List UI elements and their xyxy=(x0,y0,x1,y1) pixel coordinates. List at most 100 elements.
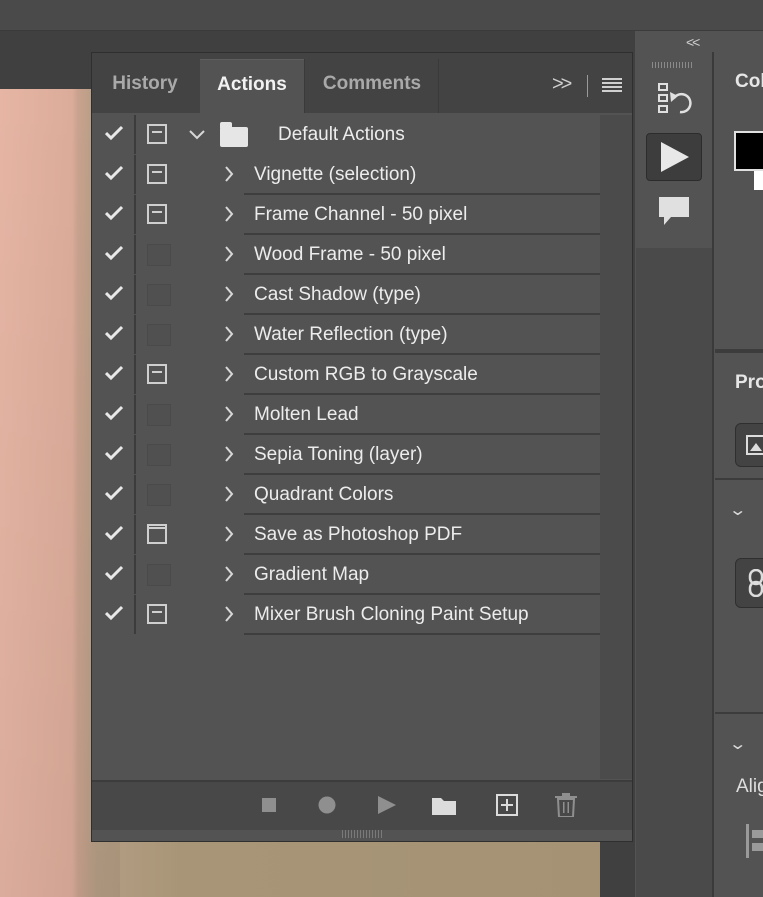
panel-menu-icon[interactable] xyxy=(602,77,622,93)
action-set-row[interactable]: Default Actions xyxy=(92,115,600,155)
action-row[interactable]: Save as Photoshop PDF xyxy=(92,515,600,555)
dialog-off-box xyxy=(147,444,171,466)
action-row[interactable]: Sepia Toning (layer) xyxy=(92,435,600,475)
link-button[interactable] xyxy=(735,558,763,608)
toggle-dialog-icon[interactable] xyxy=(136,155,180,194)
toggle-dialog-icon[interactable] xyxy=(136,275,180,314)
toggle-item-checkbox[interactable] xyxy=(92,515,136,554)
chevron-down-icon[interactable] xyxy=(180,123,214,147)
toggle-dialog-icon[interactable] xyxy=(136,395,180,434)
chevron-right-icon[interactable] xyxy=(212,483,246,507)
toggle-item-checkbox[interactable] xyxy=(92,595,136,634)
toggle-item-checkbox[interactable] xyxy=(92,355,136,394)
toggle-item-checkbox[interactable] xyxy=(92,155,136,194)
chevron-down-icon[interactable]: ⌄ xyxy=(728,500,747,520)
toggle-dialog-icon[interactable] xyxy=(136,515,180,554)
action-row[interactable]: Wood Frame - 50 pixel xyxy=(92,235,600,275)
record-icon[interactable] xyxy=(318,796,336,819)
action-set-name[interactable]: Default Actions xyxy=(268,116,600,153)
dialog-icon xyxy=(147,204,167,224)
new-set-folder-icon[interactable] xyxy=(431,794,457,821)
action-row[interactable]: Water Reflection (type) xyxy=(92,315,600,355)
toggle-dialog-icon[interactable] xyxy=(136,195,180,234)
actions-scrollbar[interactable] xyxy=(600,115,632,779)
toggle-item-checkbox[interactable] xyxy=(92,475,136,514)
action-name[interactable]: Sepia Toning (layer) xyxy=(244,436,600,475)
chevron-right-icon[interactable] xyxy=(212,363,246,387)
chevron-right-icon[interactable] xyxy=(212,523,246,547)
checkmark-icon xyxy=(105,165,123,181)
trash-icon[interactable] xyxy=(555,793,577,822)
layer-thumbnail-button[interactable] xyxy=(735,423,763,467)
history-panel-icon[interactable] xyxy=(656,82,692,121)
toggle-dialog-icon[interactable] xyxy=(136,555,180,594)
color-panel-title[interactable]: Color xyxy=(735,71,763,93)
action-name[interactable]: Water Reflection (type) xyxy=(244,316,600,355)
action-name[interactable]: Cast Shadow (type) xyxy=(244,276,600,315)
action-name[interactable]: Save as Photoshop PDF xyxy=(244,516,600,555)
chevron-right-icon[interactable] xyxy=(212,243,246,267)
toggle-dialog-icon[interactable] xyxy=(136,355,180,394)
play-icon[interactable] xyxy=(378,796,396,819)
checkmark-icon xyxy=(105,605,123,621)
toggle-dialog-icon[interactable] xyxy=(136,315,180,354)
chevron-right-icon[interactable] xyxy=(212,403,246,427)
action-name[interactable]: Wood Frame - 50 pixel xyxy=(244,236,600,275)
tab-history[interactable]: History xyxy=(92,59,198,113)
checkmark-icon xyxy=(105,525,123,541)
action-name[interactable]: Molten Lead xyxy=(244,396,600,435)
background-color-swatch[interactable] xyxy=(754,168,763,190)
chevron-right-icon[interactable] xyxy=(212,443,246,467)
action-row[interactable]: Frame Channel - 50 pixel xyxy=(92,195,600,235)
chevron-down-icon[interactable]: ⌄ xyxy=(728,734,747,754)
toggle-dialog-icon[interactable] xyxy=(136,595,180,634)
toggle-item-checkbox[interactable] xyxy=(92,115,136,154)
action-row[interactable]: Quadrant Colors xyxy=(92,475,600,515)
chevron-right-icon[interactable] xyxy=(212,163,246,187)
new-action-icon[interactable] xyxy=(496,794,518,821)
action-row[interactable]: Cast Shadow (type) xyxy=(92,275,600,315)
action-row[interactable]: Mixer Brush Cloning Paint Setup xyxy=(92,595,600,635)
chevron-right-icon[interactable] xyxy=(212,603,246,627)
actions-panel-button[interactable] xyxy=(646,133,702,181)
toggle-item-checkbox[interactable] xyxy=(92,555,136,594)
chevron-right-icon[interactable] xyxy=(212,323,246,347)
panel-overflow-button[interactable]: >> xyxy=(552,73,572,96)
color-panel xyxy=(715,52,763,349)
toggle-dialog-icon[interactable] xyxy=(136,475,180,514)
action-row[interactable]: Molten Lead xyxy=(92,395,600,435)
toggle-dialog-icon[interactable] xyxy=(136,235,180,274)
tab-actions[interactable]: Actions xyxy=(200,59,304,113)
iconic-panel-strip-empty xyxy=(636,248,714,897)
properties-panel-title[interactable]: Properties xyxy=(735,372,763,394)
comments-panel-icon[interactable] xyxy=(659,197,689,232)
align-left-icon[interactable] xyxy=(746,824,763,858)
toggle-item-checkbox[interactable] xyxy=(92,395,136,434)
action-row[interactable]: Vignette (selection) xyxy=(92,155,600,195)
action-name[interactable]: Vignette (selection) xyxy=(244,156,600,195)
action-name[interactable]: Quadrant Colors xyxy=(244,476,600,515)
action-row[interactable]: Gradient Map xyxy=(92,555,600,595)
toggle-item-checkbox[interactable] xyxy=(92,435,136,474)
panel-resize-grip[interactable] xyxy=(342,830,382,838)
chevron-right-icon[interactable] xyxy=(212,283,246,307)
toggle-dialog-icon[interactable] xyxy=(136,435,180,474)
chevron-right-icon[interactable] xyxy=(212,563,246,587)
action-name[interactable]: Gradient Map xyxy=(244,556,600,595)
action-name[interactable]: Custom RGB to Grayscale xyxy=(244,356,600,395)
foreground-color-swatch[interactable] xyxy=(734,131,763,171)
toggle-item-checkbox[interactable] xyxy=(92,315,136,354)
toggle-item-checkbox[interactable] xyxy=(92,195,136,234)
toggle-item-checkbox[interactable] xyxy=(92,235,136,274)
collapse-panels-button[interactable]: << xyxy=(686,34,700,50)
action-row[interactable]: Custom RGB to Grayscale xyxy=(92,355,600,395)
tab-comments[interactable]: Comments xyxy=(306,59,438,113)
toggle-dialog-icon[interactable] xyxy=(136,115,180,154)
toggle-item-checkbox[interactable] xyxy=(92,275,136,314)
chevron-right-icon[interactable] xyxy=(212,203,246,227)
action-name[interactable]: Mixer Brush Cloning Paint Setup xyxy=(244,596,600,635)
stop-icon[interactable] xyxy=(262,798,276,817)
strip-grip[interactable] xyxy=(652,62,692,68)
action-name[interactable]: Frame Channel - 50 pixel xyxy=(244,196,600,235)
actions-panel: History Actions Comments >> Default Acti… xyxy=(91,52,633,842)
